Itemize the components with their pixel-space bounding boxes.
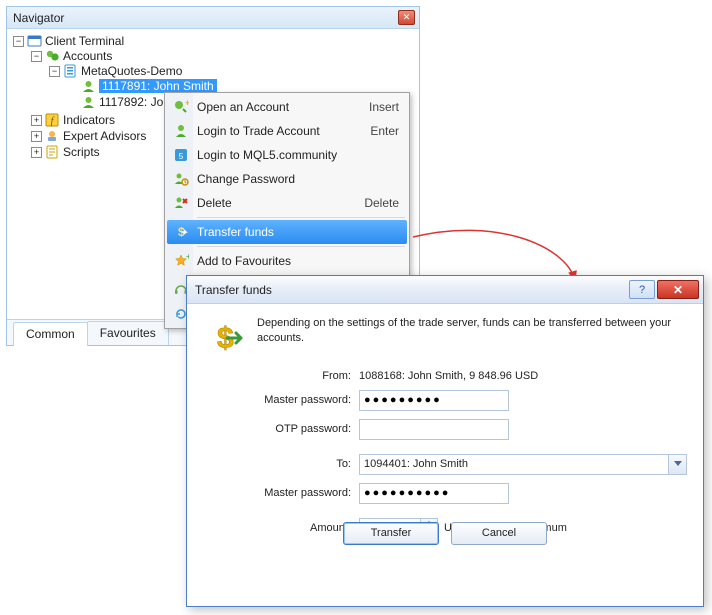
tree-label: Expert Advisors: [63, 129, 146, 143]
tree-label: Indicators: [63, 113, 115, 127]
navigator-titlebar[interactable]: Navigator ✕: [7, 7, 419, 29]
expand-toggle[interactable]: +: [31, 131, 42, 142]
tree-label: Client Terminal: [45, 34, 124, 48]
login-icon: [172, 122, 190, 140]
menu-label: Login to MQL5.community: [197, 148, 399, 162]
dialog-titlebar[interactable]: Transfer funds ? ✕: [187, 276, 703, 304]
favourite-icon: +: [172, 252, 190, 270]
from-value: 1088168: John Smith, 9 848.96 USD: [359, 370, 687, 382]
svg-text:+: +: [186, 253, 189, 261]
account-icon: [81, 79, 96, 93]
tree-label: Scripts: [63, 145, 100, 159]
terminal-icon: [27, 34, 42, 48]
menu-label: Open an Account: [197, 100, 369, 114]
dialog-title: Transfer funds: [195, 283, 629, 297]
from-master-password-input[interactable]: [359, 390, 509, 411]
accounts-icon: [45, 49, 60, 63]
expand-toggle[interactable]: −: [13, 36, 24, 47]
to-label: To:: [203, 458, 359, 470]
menu-transfer-funds[interactable]: $ Transfer funds: [167, 220, 407, 244]
menu-separator: [197, 246, 405, 247]
expand-toggle[interactable]: +: [31, 115, 42, 126]
svg-text:5: 5: [179, 152, 184, 161]
menu-shortcut: Delete: [364, 196, 399, 210]
navigator-close-button[interactable]: ✕: [398, 10, 415, 25]
delete-icon: [172, 194, 190, 212]
menu-label: Change Password: [197, 172, 399, 186]
open-account-icon: +: [172, 98, 190, 116]
mql5-icon: 5: [172, 146, 190, 164]
transfer-icon: $: [172, 223, 190, 241]
otp-password-input[interactable]: [359, 419, 509, 440]
to-master-password-input[interactable]: [359, 483, 509, 504]
menu-open-account[interactable]: + Open an Account Insert: [167, 95, 407, 119]
change-password-icon: [172, 170, 190, 188]
transfer-large-icon: $: [205, 318, 245, 358]
server-icon: [63, 64, 78, 78]
expand-toggle[interactable]: −: [31, 51, 42, 62]
tree-label-selected: 1117891: John Smith: [99, 79, 217, 93]
master-password-label-2: Master password:: [203, 487, 359, 499]
menu-shortcut: Insert: [369, 100, 399, 114]
tab-favourites[interactable]: Favourites: [87, 321, 169, 345]
chevron-down-icon[interactable]: [668, 455, 686, 474]
menu-shortcut: Enter: [370, 124, 399, 138]
tree-label: MetaQuotes-Demo: [81, 64, 182, 78]
tree-label: Accounts: [63, 49, 112, 63]
account-icon: [81, 95, 96, 109]
menu-login-mql5[interactable]: 5 Login to MQL5.community: [167, 143, 407, 167]
expand-toggle[interactable]: −: [49, 66, 60, 77]
menu-change-password[interactable]: Change Password: [167, 167, 407, 191]
menu-label: Transfer funds: [197, 225, 399, 239]
to-account-select[interactable]: 1094401: John Smith: [359, 454, 687, 475]
tab-common[interactable]: Common: [13, 322, 88, 346]
dialog-description: Depending on the settings of the trade s…: [257, 316, 687, 346]
experts-icon: [45, 129, 60, 143]
otp-password-label: OTP password:: [203, 423, 359, 435]
scripts-icon: [45, 145, 60, 159]
menu-label: Login to Trade Account: [197, 124, 370, 138]
navigator-title: Navigator: [13, 11, 398, 25]
cancel-button[interactable]: Cancel: [451, 522, 547, 545]
indicators-icon: f: [45, 113, 60, 127]
svg-text:+: +: [185, 99, 189, 108]
menu-delete[interactable]: Delete Delete: [167, 191, 407, 215]
menu-login-trade[interactable]: Login to Trade Account Enter: [167, 119, 407, 143]
dialog-help-button[interactable]: ?: [629, 280, 655, 299]
to-account-value: 1094401: John Smith: [364, 458, 468, 470]
transfer-funds-dialog: Transfer funds ? ✕ $ Depending on the se…: [186, 275, 704, 607]
menu-label: Add to Favourites: [197, 254, 399, 268]
expand-toggle[interactable]: +: [31, 147, 42, 158]
from-label: From:: [203, 370, 359, 382]
menu-separator: [197, 217, 405, 218]
menu-add-favourites[interactable]: + Add to Favourites: [167, 249, 407, 273]
master-password-label: Master password:: [203, 394, 359, 406]
transfer-button[interactable]: Transfer: [343, 522, 439, 545]
menu-label: Delete: [197, 196, 364, 210]
dialog-close-button[interactable]: ✕: [657, 280, 699, 299]
